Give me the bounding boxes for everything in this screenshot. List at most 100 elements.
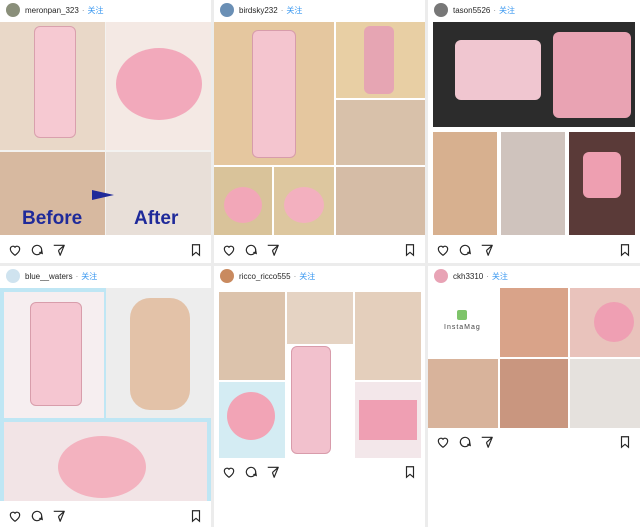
separator: ·: [293, 271, 297, 281]
follow-button[interactable]: 关注: [286, 5, 302, 16]
username[interactable]: blue__waters: [25, 272, 73, 281]
product-tube: [583, 152, 621, 198]
post-photo[interactable]: Before After: [0, 22, 211, 235]
heart-icon[interactable]: [436, 243, 450, 257]
comment-icon[interactable]: [458, 435, 472, 449]
action-bar: [0, 506, 211, 526]
bookmark-icon[interactable]: [403, 243, 417, 257]
bookmark-icon[interactable]: [189, 243, 203, 257]
avatar[interactable]: [220, 269, 234, 283]
product-tube: [34, 26, 76, 138]
photo-tile: [336, 167, 425, 235]
product-cap: [227, 392, 275, 440]
action-bar: [0, 240, 211, 260]
post-photo[interactable]: InstaMag: [428, 288, 640, 428]
heart-icon[interactable]: [436, 435, 450, 449]
product-box: [359, 400, 417, 440]
after-label: After: [134, 208, 179, 229]
product-cap: [224, 187, 262, 223]
product-tube: [364, 26, 394, 94]
post-photo[interactable]: [214, 22, 425, 235]
avatar[interactable]: [6, 269, 20, 283]
photo-tile: [570, 359, 640, 428]
username[interactable]: ricco_ricco555: [239, 272, 291, 281]
heart-icon[interactable]: [222, 465, 236, 479]
product-tube: [455, 40, 541, 100]
post-card: tason5526 · 关注: [428, 0, 640, 263]
post-card: birdsky232 · 关注: [214, 0, 425, 263]
post-header: tason5526 · 关注: [428, 0, 640, 20]
post-photo[interactable]: [0, 288, 211, 501]
follow-button[interactable]: 关注: [492, 271, 508, 282]
product-cap: [284, 187, 324, 223]
watermark: InstaMag: [444, 324, 481, 331]
separator: ·: [280, 5, 284, 15]
share-icon[interactable]: [266, 243, 280, 257]
instagram-post-collage: meronpan_323 · 关注 Before After birdsky23…: [0, 0, 640, 527]
share-icon[interactable]: [266, 465, 280, 479]
username[interactable]: meronpan_323: [25, 6, 79, 15]
post-card: ricco_ricco555 · 关注: [214, 266, 425, 527]
separator: ·: [486, 271, 489, 281]
photo-tile: [355, 292, 421, 380]
action-bar: [428, 432, 640, 452]
before-label: Before: [22, 208, 83, 229]
product-cap: [58, 436, 146, 498]
follow-button[interactable]: 关注: [81, 271, 97, 282]
product-cap: [116, 48, 202, 120]
post-card: ckh3310 · 关注 InstaMag: [428, 266, 640, 527]
product-tube: [30, 302, 82, 406]
bookmark-icon[interactable]: [189, 509, 203, 523]
separator: ·: [493, 5, 497, 15]
product-tube: [553, 32, 631, 118]
share-icon[interactable]: [52, 243, 66, 257]
post-photo[interactable]: [433, 22, 635, 235]
photo-tile: [287, 292, 353, 344]
avatar[interactable]: [6, 3, 20, 17]
action-bar: [214, 462, 425, 482]
username[interactable]: tason5526: [453, 6, 490, 15]
photo-tile: [428, 288, 498, 357]
username[interactable]: ckh3310: [453, 272, 483, 281]
follow-button[interactable]: 关注: [88, 5, 104, 16]
avatar[interactable]: [434, 3, 448, 17]
post-header: ckh3310 · 关注: [428, 266, 640, 286]
share-icon[interactable]: [52, 509, 66, 523]
instamag-logo-icon: [457, 310, 467, 320]
username[interactable]: birdsky232: [239, 6, 278, 15]
avatar[interactable]: [220, 3, 234, 17]
comment-icon[interactable]: [244, 243, 258, 257]
separator: ·: [81, 5, 85, 15]
bookmark-icon[interactable]: [618, 435, 632, 449]
bookmark-icon[interactable]: [618, 243, 632, 257]
share-icon[interactable]: [480, 243, 494, 257]
follow-button[interactable]: 关注: [299, 271, 315, 282]
follow-button[interactable]: 关注: [499, 5, 515, 16]
post-header: birdsky232 · 关注: [214, 0, 425, 20]
avatar[interactable]: [434, 269, 448, 283]
post-card: meronpan_323 · 关注 Before After: [0, 0, 211, 263]
post-header: ricco_ricco555 · 关注: [214, 266, 425, 286]
comment-icon[interactable]: [30, 509, 44, 523]
comment-icon[interactable]: [30, 243, 44, 257]
photo-tile: [219, 292, 285, 380]
bookmark-icon[interactable]: [403, 465, 417, 479]
photo-tile: [500, 288, 568, 357]
share-icon[interactable]: [480, 435, 494, 449]
product-cap: [594, 302, 634, 342]
photo-tile: [336, 100, 425, 165]
photo-tile: [501, 132, 565, 235]
separator: ·: [75, 271, 79, 281]
comment-icon[interactable]: [244, 465, 258, 479]
heart-icon[interactable]: [8, 243, 22, 257]
post-card: blue__waters · 关注: [0, 266, 211, 527]
heart-icon[interactable]: [222, 243, 236, 257]
photo-tile: [433, 132, 497, 235]
photo-tile: [428, 359, 498, 428]
heart-icon[interactable]: [8, 509, 22, 523]
product-tube: [252, 30, 296, 158]
product-tube: [291, 346, 331, 454]
post-header: blue__waters · 关注: [0, 266, 211, 286]
comment-icon[interactable]: [458, 243, 472, 257]
post-photo[interactable]: [219, 288, 421, 458]
